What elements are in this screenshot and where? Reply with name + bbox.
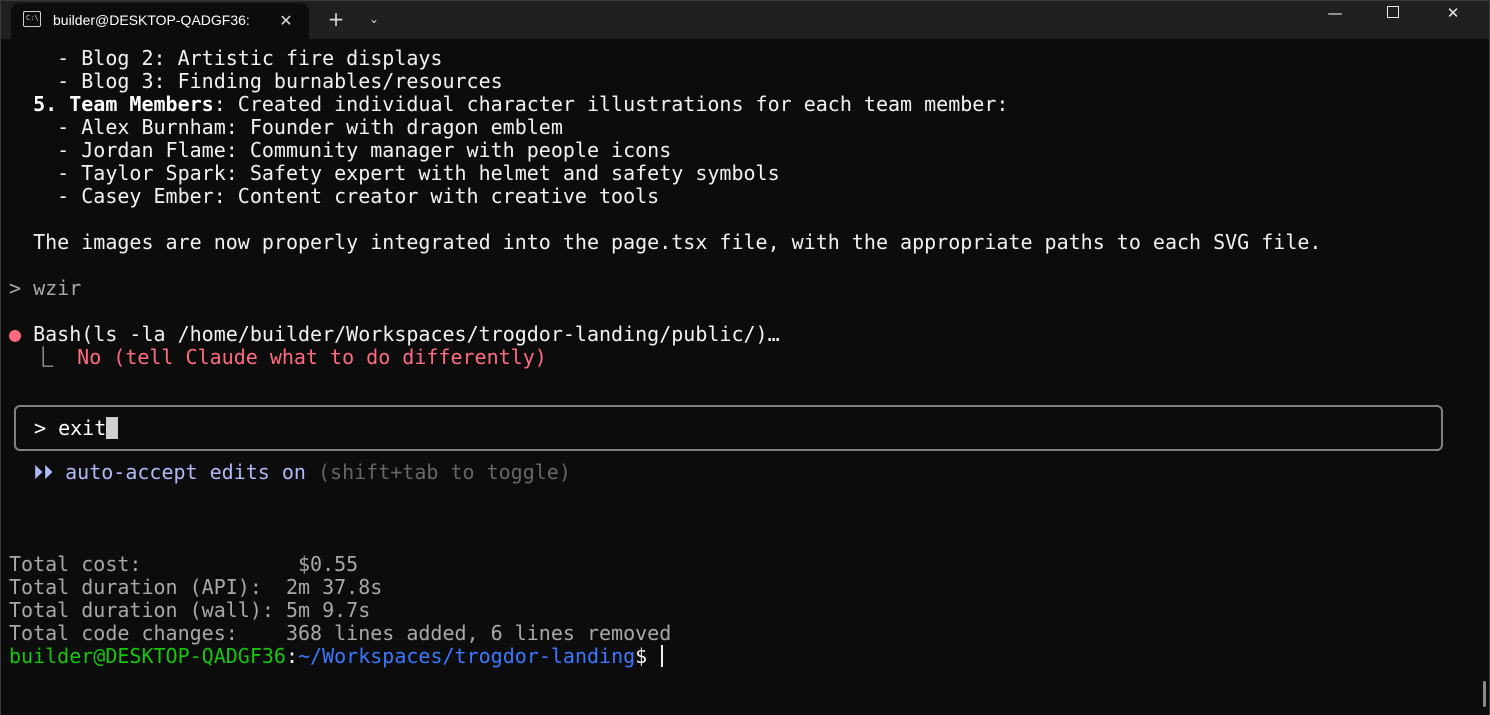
shell-path: ~/Workspaces/trogdor-landing: [298, 644, 636, 668]
shell-prompt-line[interactable]: builder@DESKTOP-QADGF36:~/Workspaces/tro…: [9, 644, 664, 668]
team-member-line: - Jordan Flame: Community manager with p…: [9, 138, 672, 162]
shell-cursor: [661, 645, 664, 667]
terminal-window: C:\ builder@DESKTOP-QADGF36: ✕ + ⌄ — ✕ -…: [0, 0, 1490, 715]
scrollbar-thumb[interactable]: [1483, 681, 1486, 707]
minimize-button[interactable]: —: [1307, 1, 1363, 27]
shell-separator: :: [285, 644, 298, 668]
tool-result-text: No (tell Claude what to do differently): [77, 345, 547, 369]
text-cursor: [106, 417, 119, 439]
team-heading: 5. Team Members: [9, 92, 214, 116]
maximize-icon: [1387, 6, 1399, 18]
tab-title: builder@DESKTOP-QADGF36:: [53, 12, 250, 28]
maximize-button[interactable]: [1365, 1, 1421, 27]
close-button[interactable]: ✕: [1425, 1, 1481, 27]
prompt-input[interactable]: > exit: [34, 416, 119, 440]
user-prompt-line: > wzir: [9, 276, 82, 300]
tool-result-prefix: ⎿: [9, 345, 78, 369]
output-line: - Blog 3: Finding burnables/resources: [9, 69, 503, 93]
fast-forward-icon: ⏵⏵: [9, 460, 66, 484]
stat-line: Total cost: $0.55: [9, 552, 359, 576]
terminal-icon: C:\: [23, 11, 41, 27]
stat-line: Total code changes: 368 lines added, 6 l…: [9, 621, 672, 645]
scrollbar[interactable]: [1479, 39, 1489, 715]
title-bar: C:\ builder@DESKTOP-QADGF36: ✕ + ⌄ — ✕: [1, 1, 1489, 39]
mode-line: ⏵⏵ auto-accept edits on (shift+tab to to…: [9, 461, 571, 484]
tool-call-text: Bash(ls -la /home/builder/Workspaces/tro…: [21, 322, 780, 346]
new-tab-button[interactable]: +: [321, 5, 351, 33]
summary-line: The images are now properly integrated i…: [9, 230, 1322, 254]
tool-result-line: ⎿ No (tell Claude what to do differently…: [9, 346, 547, 369]
stat-line: Total duration (API): 2m 37.8s: [9, 575, 383, 599]
tab-terminal[interactable]: C:\ builder@DESKTOP-QADGF36: ✕: [11, 3, 309, 39]
stat-line: Total duration (wall): 5m 9.7s: [9, 598, 371, 622]
chevron-down-icon[interactable]: ⌄: [359, 5, 389, 33]
bullet-icon: ●: [9, 322, 22, 346]
team-member-line: - Casey Ember: Content creator with crea…: [9, 184, 660, 208]
terminal-output[interactable]: - Blog 2: Artistic fire displays - Blog …: [1, 39, 1479, 715]
shell-dollar: $: [635, 644, 660, 668]
prompt-input-box[interactable]: > exit: [14, 405, 1443, 451]
team-member-line: - Taylor Spark: Safety expert with helme…: [9, 161, 780, 185]
mode-hint: (shift+tab to toggle): [305, 460, 571, 484]
tool-call-line: ● Bash(ls -la /home/builder/Workspaces/t…: [9, 323, 780, 346]
prompt-input-value: > exit: [34, 416, 107, 440]
team-heading-rest: : Created individual character illustrat…: [213, 92, 1009, 116]
team-heading-line: 5. Team Members: Created individual char…: [9, 93, 1008, 116]
mode-label: auto-accept edits on: [65, 460, 306, 484]
output-line: - Blog 2: Artistic fire displays: [9, 46, 443, 70]
shell-user-host: builder@DESKTOP-QADGF36: [9, 644, 286, 668]
team-member-line: - Alex Burnham: Founder with dragon embl…: [9, 115, 563, 139]
close-tab-icon[interactable]: ✕: [273, 8, 299, 34]
